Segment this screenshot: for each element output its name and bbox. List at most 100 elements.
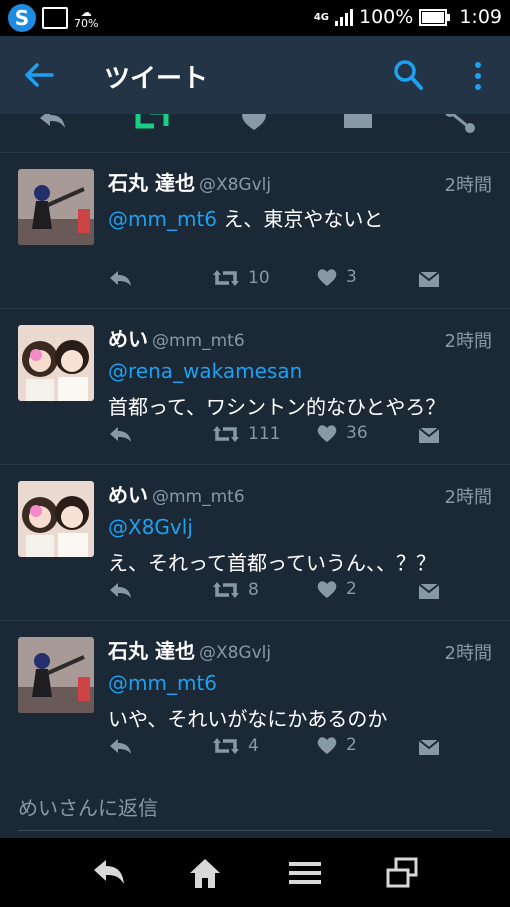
- tweet-text-line: いや、それいがなにかあるのか: [108, 707, 388, 731]
- like-button[interactable]: 2: [316, 579, 357, 599]
- retweet-count: 111: [248, 424, 281, 444]
- author-handle: @X8Gvlj: [198, 643, 272, 663]
- weather-percent: 70%: [74, 17, 99, 30]
- author-name: 石丸 達也: [108, 171, 195, 195]
- battery-icon: [419, 8, 451, 26]
- direct-message-icon[interactable]: [418, 581, 440, 601]
- author-name: めい: [108, 327, 148, 351]
- retweet-count: 10: [248, 268, 270, 288]
- retweet-icon: [213, 738, 239, 754]
- avatar[interactable]: [18, 325, 94, 401]
- tweet-actions: 111 36: [0, 421, 510, 451]
- search-icon[interactable]: [392, 58, 424, 92]
- author-handle: @mm_mt6: [152, 331, 245, 351]
- direct-message-icon[interactable]: [418, 269, 440, 289]
- tweet-time: 2時間: [444, 487, 492, 508]
- tweet-time: 2時間: [444, 643, 492, 664]
- like-button[interactable]: 36: [316, 423, 368, 443]
- app-s-icon: S: [8, 4, 36, 32]
- battery-percent: 100%: [359, 6, 414, 28]
- retweet-count: 8: [248, 580, 259, 600]
- tweet-text-first-line: @mm_mt6 え、東京やないと: [108, 203, 383, 232]
- retweet-button[interactable]: 111: [212, 423, 280, 445]
- like-button[interactable]: 3: [316, 267, 357, 287]
- author-handle: @X8Gvlj: [198, 175, 272, 195]
- nav-home-icon[interactable]: [187, 856, 223, 890]
- mention-link[interactable]: @X8Gvlj: [108, 515, 193, 539]
- mention-link[interactable]: @rena_wakamesan: [108, 359, 302, 383]
- clock: 1:09: [459, 6, 502, 28]
- retweet-icon: [213, 582, 239, 598]
- like-count: 2: [346, 735, 357, 755]
- like-count: 3: [346, 267, 357, 287]
- heart-icon: [317, 737, 337, 754]
- tweet-author[interactable]: めい @mm_mt6: [108, 323, 245, 352]
- tweet-author[interactable]: 石丸 達也 @X8Gvlj: [108, 167, 271, 196]
- mention-link[interactable]: @mm_mt6: [108, 207, 217, 231]
- retweet-count: 4: [248, 736, 259, 756]
- author-handle: @mm_mt6: [152, 487, 245, 507]
- nav-recent-apps-icon[interactable]: [384, 856, 420, 890]
- share-icon[interactable]: [440, 114, 480, 134]
- avatar[interactable]: [18, 169, 94, 245]
- reply-icon[interactable]: [108, 737, 132, 757]
- more-options-icon[interactable]: [468, 60, 488, 92]
- message-icon[interactable]: [338, 114, 378, 134]
- nav-menu-icon[interactable]: [287, 856, 323, 890]
- previous-tweet-actions: [0, 114, 510, 153]
- reply-placeholder[interactable]: めいさんに返信: [18, 792, 158, 821]
- app-bar: ツイート: [0, 36, 510, 114]
- tweet-actions: 8 2: [0, 577, 510, 607]
- tweet-text-first-line: @rena_wakamesan: [108, 359, 302, 383]
- tweet-text-first-line: @mm_mt6: [108, 671, 217, 695]
- direct-message-icon[interactable]: [418, 425, 440, 445]
- tweet-text-inline: え、東京やないと: [217, 207, 384, 231]
- tweet-text-line: え、それって首都っていうん、、？？: [108, 551, 436, 575]
- avatar[interactable]: [18, 481, 94, 557]
- tweet-card[interactable]: めい @mm_mt6 2時間 @X8Gvlj え、それって首都っていうん、、？？ 8…: [0, 465, 510, 621]
- tweet-author[interactable]: めい @mm_mt6: [108, 479, 245, 508]
- reply-icon[interactable]: [108, 269, 132, 289]
- tweet-card[interactable]: めい @mm_mt6 2時間 @rena_wakamesan 首都って、ワシントン的…: [0, 309, 510, 465]
- reply-icon[interactable]: [32, 114, 72, 134]
- tweet-text-first-line: @X8Gvlj: [108, 515, 193, 539]
- like-icon[interactable]: [234, 114, 274, 134]
- image-notification-icon: [42, 7, 68, 29]
- retweet-icon[interactable]: [132, 114, 172, 134]
- mention-link[interactable]: @mm_mt6: [108, 671, 217, 695]
- like-button[interactable]: 2: [316, 735, 357, 755]
- reply-composer[interactable]: めいさんに返信: [0, 770, 510, 838]
- divider: [18, 830, 492, 831]
- tweet-card[interactable]: 石丸 達也 @X8Gvlj 2時間 @mm_mt6 え、東京やないと 10 3: [0, 153, 510, 309]
- system-nav-bar: [0, 838, 510, 907]
- back-arrow-icon[interactable]: [22, 58, 56, 92]
- author-name: 石丸 達也: [108, 639, 195, 663]
- avatar[interactable]: [18, 637, 94, 713]
- nav-back-icon[interactable]: [90, 856, 126, 890]
- reply-icon[interactable]: [108, 581, 132, 601]
- tweet-card[interactable]: 石丸 達也 @X8Gvlj 2時間 @mm_mt6 いや、それいがなにかあるのか 4…: [0, 621, 510, 777]
- network-type: 4G: [313, 11, 329, 23]
- signal-icon: [335, 8, 353, 26]
- page-title: ツイート: [104, 64, 209, 94]
- reply-icon[interactable]: [108, 425, 132, 445]
- retweet-icon: [213, 270, 239, 286]
- retweet-button[interactable]: 4: [212, 735, 259, 757]
- like-count: 36: [346, 423, 368, 443]
- tweet-time: 2時間: [444, 175, 492, 196]
- heart-icon: [317, 425, 337, 442]
- tweet-actions: 4 2: [0, 733, 510, 763]
- direct-message-icon[interactable]: [418, 737, 440, 757]
- retweet-button[interactable]: 8: [212, 579, 259, 601]
- tweet-actions: 10 3: [0, 265, 510, 295]
- tweet-text-line: 首都って、ワシントン的なひとやろ？: [108, 395, 446, 419]
- tweet-time: 2時間: [444, 331, 492, 352]
- weather-icon: ☁ 70%: [74, 6, 99, 30]
- heart-icon: [317, 269, 337, 286]
- author-name: めい: [108, 483, 148, 507]
- tweet-author[interactable]: 石丸 達也 @X8Gvlj: [108, 635, 271, 664]
- retweet-button[interactable]: 10: [212, 267, 270, 289]
- heart-icon: [317, 581, 337, 598]
- status-bar: S ☁ 70% 4G 100% 1:09: [0, 0, 510, 36]
- retweet-icon: [213, 426, 239, 442]
